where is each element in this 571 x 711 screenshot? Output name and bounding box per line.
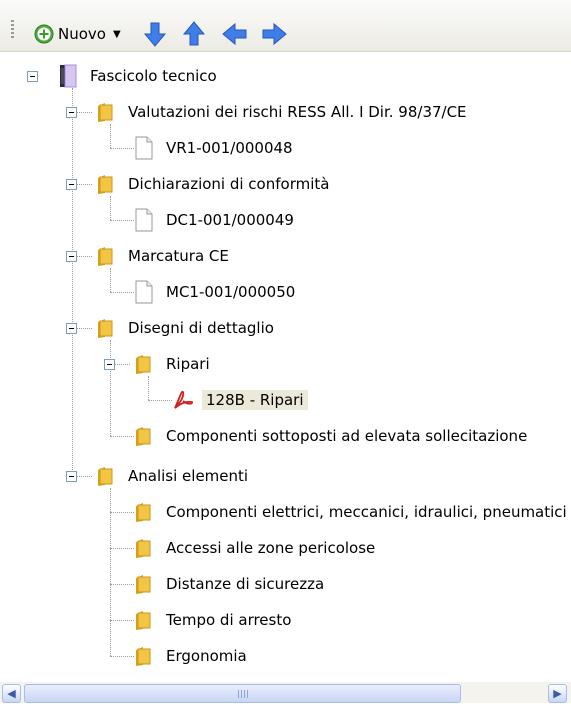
tree-node-label: Componenti elettrici, meccanici, idrauli… bbox=[166, 503, 567, 521]
tree-line bbox=[110, 124, 111, 148]
tree-line bbox=[110, 488, 111, 656]
tree-node-pdf-selected[interactable]: 128B - Ripari bbox=[172, 388, 308, 412]
tree-node-folder[interactable]: Valutazioni dei rischi RESS All. I Dir. … bbox=[94, 100, 471, 124]
tree-line bbox=[148, 400, 172, 401]
folder-icon bbox=[98, 467, 113, 486]
binder-icon bbox=[60, 64, 77, 88]
tree-node-label: Tempo di arresto bbox=[166, 611, 292, 629]
collapse-toggle[interactable] bbox=[66, 323, 77, 334]
tree-line bbox=[110, 620, 134, 621]
tree-node-label: Fascicolo tecnico bbox=[90, 67, 217, 85]
folder-icon bbox=[98, 319, 113, 338]
tree-line bbox=[148, 376, 149, 400]
document-icon bbox=[135, 280, 153, 304]
collapse-toggle[interactable] bbox=[104, 359, 115, 370]
tree-node-label: Distanze di sicurezza bbox=[166, 575, 325, 593]
tree-node-label: 128B - Ripari bbox=[202, 390, 308, 410]
arrow-right-icon[interactable] bbox=[260, 20, 288, 48]
tree-line bbox=[110, 340, 111, 436]
new-icon bbox=[34, 24, 54, 44]
tree-node-label: Ergonomia bbox=[166, 647, 247, 665]
tree-line bbox=[72, 88, 73, 476]
folder-icon bbox=[98, 175, 113, 194]
horizontal-scrollbar[interactable]: ◀ ▶ bbox=[0, 682, 571, 703]
toolbar: Nuovo ▼ bbox=[0, 0, 571, 52]
chevron-down-icon[interactable]: ▼ bbox=[113, 29, 121, 40]
arrow-left-icon[interactable] bbox=[221, 20, 249, 48]
tree-view: Fascicolo tecnico Valutazioni dei rischi… bbox=[0, 52, 571, 680]
tree-node-folder[interactable]: Disegni di dettaglio bbox=[94, 316, 278, 340]
tree-node-label: Valutazioni dei rischi RESS All. I Dir. … bbox=[128, 103, 467, 121]
tree-node-folder[interactable]: Analisi elementi bbox=[94, 464, 252, 488]
tree-node-label: Dichiarazioni di conformità bbox=[128, 175, 330, 193]
collapse-toggle[interactable] bbox=[66, 251, 77, 262]
collapse-toggle[interactable] bbox=[27, 71, 38, 82]
chevron-right-icon: ▶ bbox=[553, 687, 562, 700]
folder-icon bbox=[136, 647, 151, 666]
tree-node-label: Disegni di dettaglio bbox=[128, 319, 274, 337]
scroll-left-button[interactable]: ◀ bbox=[2, 684, 21, 703]
tree-node-label: MC1-001/000050 bbox=[166, 283, 296, 301]
collapse-toggle[interactable] bbox=[66, 471, 77, 482]
arrow-up-icon[interactable] bbox=[180, 20, 208, 48]
grip-icon bbox=[238, 690, 248, 698]
chevron-left-icon: ◀ bbox=[7, 687, 16, 700]
tree-node-folder[interactable]: Dichiarazioni di conformità bbox=[94, 172, 333, 196]
tree-line bbox=[110, 656, 134, 657]
pdf-icon bbox=[174, 390, 194, 409]
folder-icon bbox=[136, 503, 151, 522]
document-icon bbox=[135, 208, 153, 232]
tree-node-label: Ripari bbox=[166, 355, 210, 373]
tree-node-folder[interactable]: Componenti sottoposti ad elevata solleci… bbox=[132, 424, 531, 448]
folder-icon bbox=[136, 611, 151, 630]
tree-node-document[interactable]: DC1-001/000049 bbox=[134, 208, 298, 232]
scroll-right-button[interactable]: ▶ bbox=[548, 684, 567, 703]
tree-node-document[interactable]: MC1-001/000050 bbox=[134, 280, 299, 304]
folder-icon bbox=[136, 575, 151, 594]
tree-node-folder[interactable]: Accessi alle zone pericolose bbox=[132, 536, 379, 560]
scrollbar-thumb[interactable] bbox=[24, 684, 461, 703]
tree-node-folder[interactable]: Distanze di sicurezza bbox=[132, 572, 328, 596]
toolbar-grip[interactable] bbox=[11, 20, 14, 40]
collapse-toggle[interactable] bbox=[66, 179, 77, 190]
tree-line bbox=[110, 292, 134, 293]
arrow-down-icon[interactable] bbox=[141, 20, 169, 48]
tree-line bbox=[110, 196, 111, 220]
folder-icon bbox=[98, 247, 113, 266]
collapse-toggle[interactable] bbox=[66, 107, 77, 118]
folder-icon bbox=[136, 355, 151, 374]
tree-node-folder[interactable]: Componenti elettrici, meccanici, idrauli… bbox=[132, 500, 571, 524]
tree-line bbox=[110, 436, 134, 437]
tree-node-label: Componenti sottoposti ad elevata solleci… bbox=[166, 427, 528, 445]
tree-node-label: DC1-001/000049 bbox=[166, 211, 294, 229]
tree-line bbox=[110, 268, 111, 292]
tree-node-label: VR1-001/000048 bbox=[166, 139, 293, 157]
tree-line bbox=[110, 220, 134, 221]
tree-line bbox=[110, 512, 134, 513]
tree-node-folder[interactable]: Ripari bbox=[132, 352, 214, 376]
tree-line bbox=[110, 584, 134, 585]
tree-line bbox=[110, 148, 134, 149]
tree-node-document[interactable]: VR1-001/000048 bbox=[134, 136, 297, 160]
document-icon bbox=[135, 136, 153, 160]
folder-icon bbox=[98, 103, 113, 122]
tree-node-root[interactable]: Fascicolo tecnico bbox=[56, 64, 221, 88]
folder-icon bbox=[136, 539, 151, 558]
tree-line bbox=[110, 548, 134, 549]
tree-node-label: Analisi elementi bbox=[128, 467, 249, 485]
new-button[interactable]: Nuovo ▼ bbox=[34, 23, 121, 45]
tree-node-label: Marcatura CE bbox=[128, 247, 229, 265]
tree-node-label: Accessi alle zone pericolose bbox=[166, 539, 376, 557]
new-button-label: Nuovo bbox=[58, 25, 106, 43]
tree-node-folder[interactable]: Marcatura CE bbox=[94, 244, 233, 268]
tree-node-folder[interactable]: Ergonomia bbox=[132, 644, 251, 668]
folder-icon bbox=[136, 427, 151, 446]
tree-node-folder[interactable]: Tempo di arresto bbox=[132, 608, 295, 632]
